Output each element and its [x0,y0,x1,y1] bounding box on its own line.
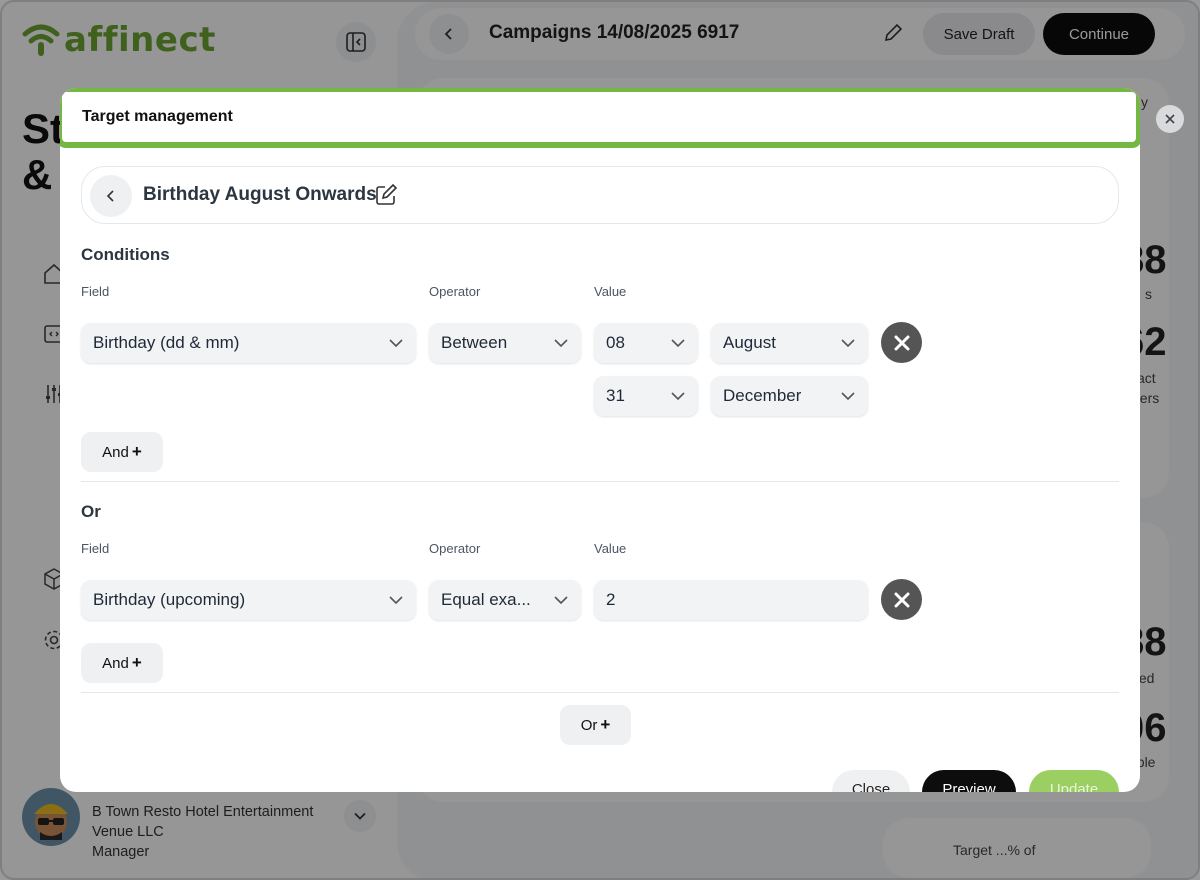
field-select-2[interactable]: Birthday (upcoming) [81,580,416,620]
value-column-label: Value [594,284,627,299]
operator-column-label: Operator [429,284,481,299]
to-day-select[interactable]: 31 [594,376,698,416]
chevron-down-icon [389,596,403,605]
target-management-modal: Target management Birthday August Onward… [60,88,1140,792]
add-and-condition-button-2[interactable]: And + [81,643,163,683]
preview-button[interactable]: Preview [922,770,1016,792]
modal-dismiss-button[interactable] [1156,105,1184,133]
close-icon [894,592,909,607]
modal-header: Target management [60,88,1140,148]
plus-icon: + [600,715,611,734]
modal-title: Target management [82,108,233,125]
segment-name: Birthday August Onwards [143,184,377,205]
chevron-down-icon [554,339,568,348]
field-column-label: Field [81,284,110,299]
plus-icon: + [131,442,142,461]
from-month-value: August [723,333,776,352]
field-select-1[interactable]: Birthday (dd & mm) [81,323,416,363]
operator-select-1[interactable]: Between [429,323,581,363]
close-button[interactable]: Close [832,770,910,792]
add-or-group-button[interactable]: Or + [560,705,631,745]
to-day-value: 31 [606,386,625,405]
value-input-2[interactable]: 2 [594,580,868,620]
operator-select-2-value: Equal exa... [441,590,531,609]
update-button[interactable]: Update [1029,770,1119,792]
chevron-down-icon [389,339,403,348]
segment-header-card: Birthday August Onwards [81,166,1119,224]
field-column-label: Field [81,541,110,556]
plus-icon: + [131,653,142,672]
group-divider [81,481,1119,482]
close-icon [1165,114,1175,124]
field-select-2-value: Birthday (upcoming) [93,590,246,609]
value-column-label: Value [594,541,627,556]
field-select-1-value: Birthday (dd & mm) [93,333,240,352]
close-icon [894,335,909,350]
segment-back-button[interactable] [90,175,132,217]
from-day-select[interactable]: 08 [594,323,698,363]
to-month-select[interactable]: December [711,376,868,416]
chevron-down-icon [671,339,685,348]
chevron-down-icon [841,392,855,401]
edit-segment-icon[interactable] [374,183,398,207]
from-day-value: 08 [606,333,625,352]
chevron-down-icon [554,596,568,605]
to-month-value: December [723,386,802,405]
operator-select-2[interactable]: Equal exa... [429,580,581,620]
and-button-label: And [102,654,129,672]
remove-condition-button-1[interactable] [881,322,922,363]
chevron-down-icon [671,392,685,401]
conditions-title: Conditions [81,245,170,264]
operator-column-label: Operator [429,541,481,556]
add-and-condition-button-1[interactable]: And + [81,432,163,472]
or-group-title: Or [81,502,101,521]
chevron-left-icon [106,190,114,202]
operator-select-1-value: Between [441,333,508,352]
group-divider [81,692,1119,693]
or-button-label: Or [580,716,598,734]
and-button-label: And [102,443,129,461]
remove-condition-button-2[interactable] [881,579,922,620]
chevron-down-icon [841,339,855,348]
from-month-select[interactable]: August [711,323,868,363]
